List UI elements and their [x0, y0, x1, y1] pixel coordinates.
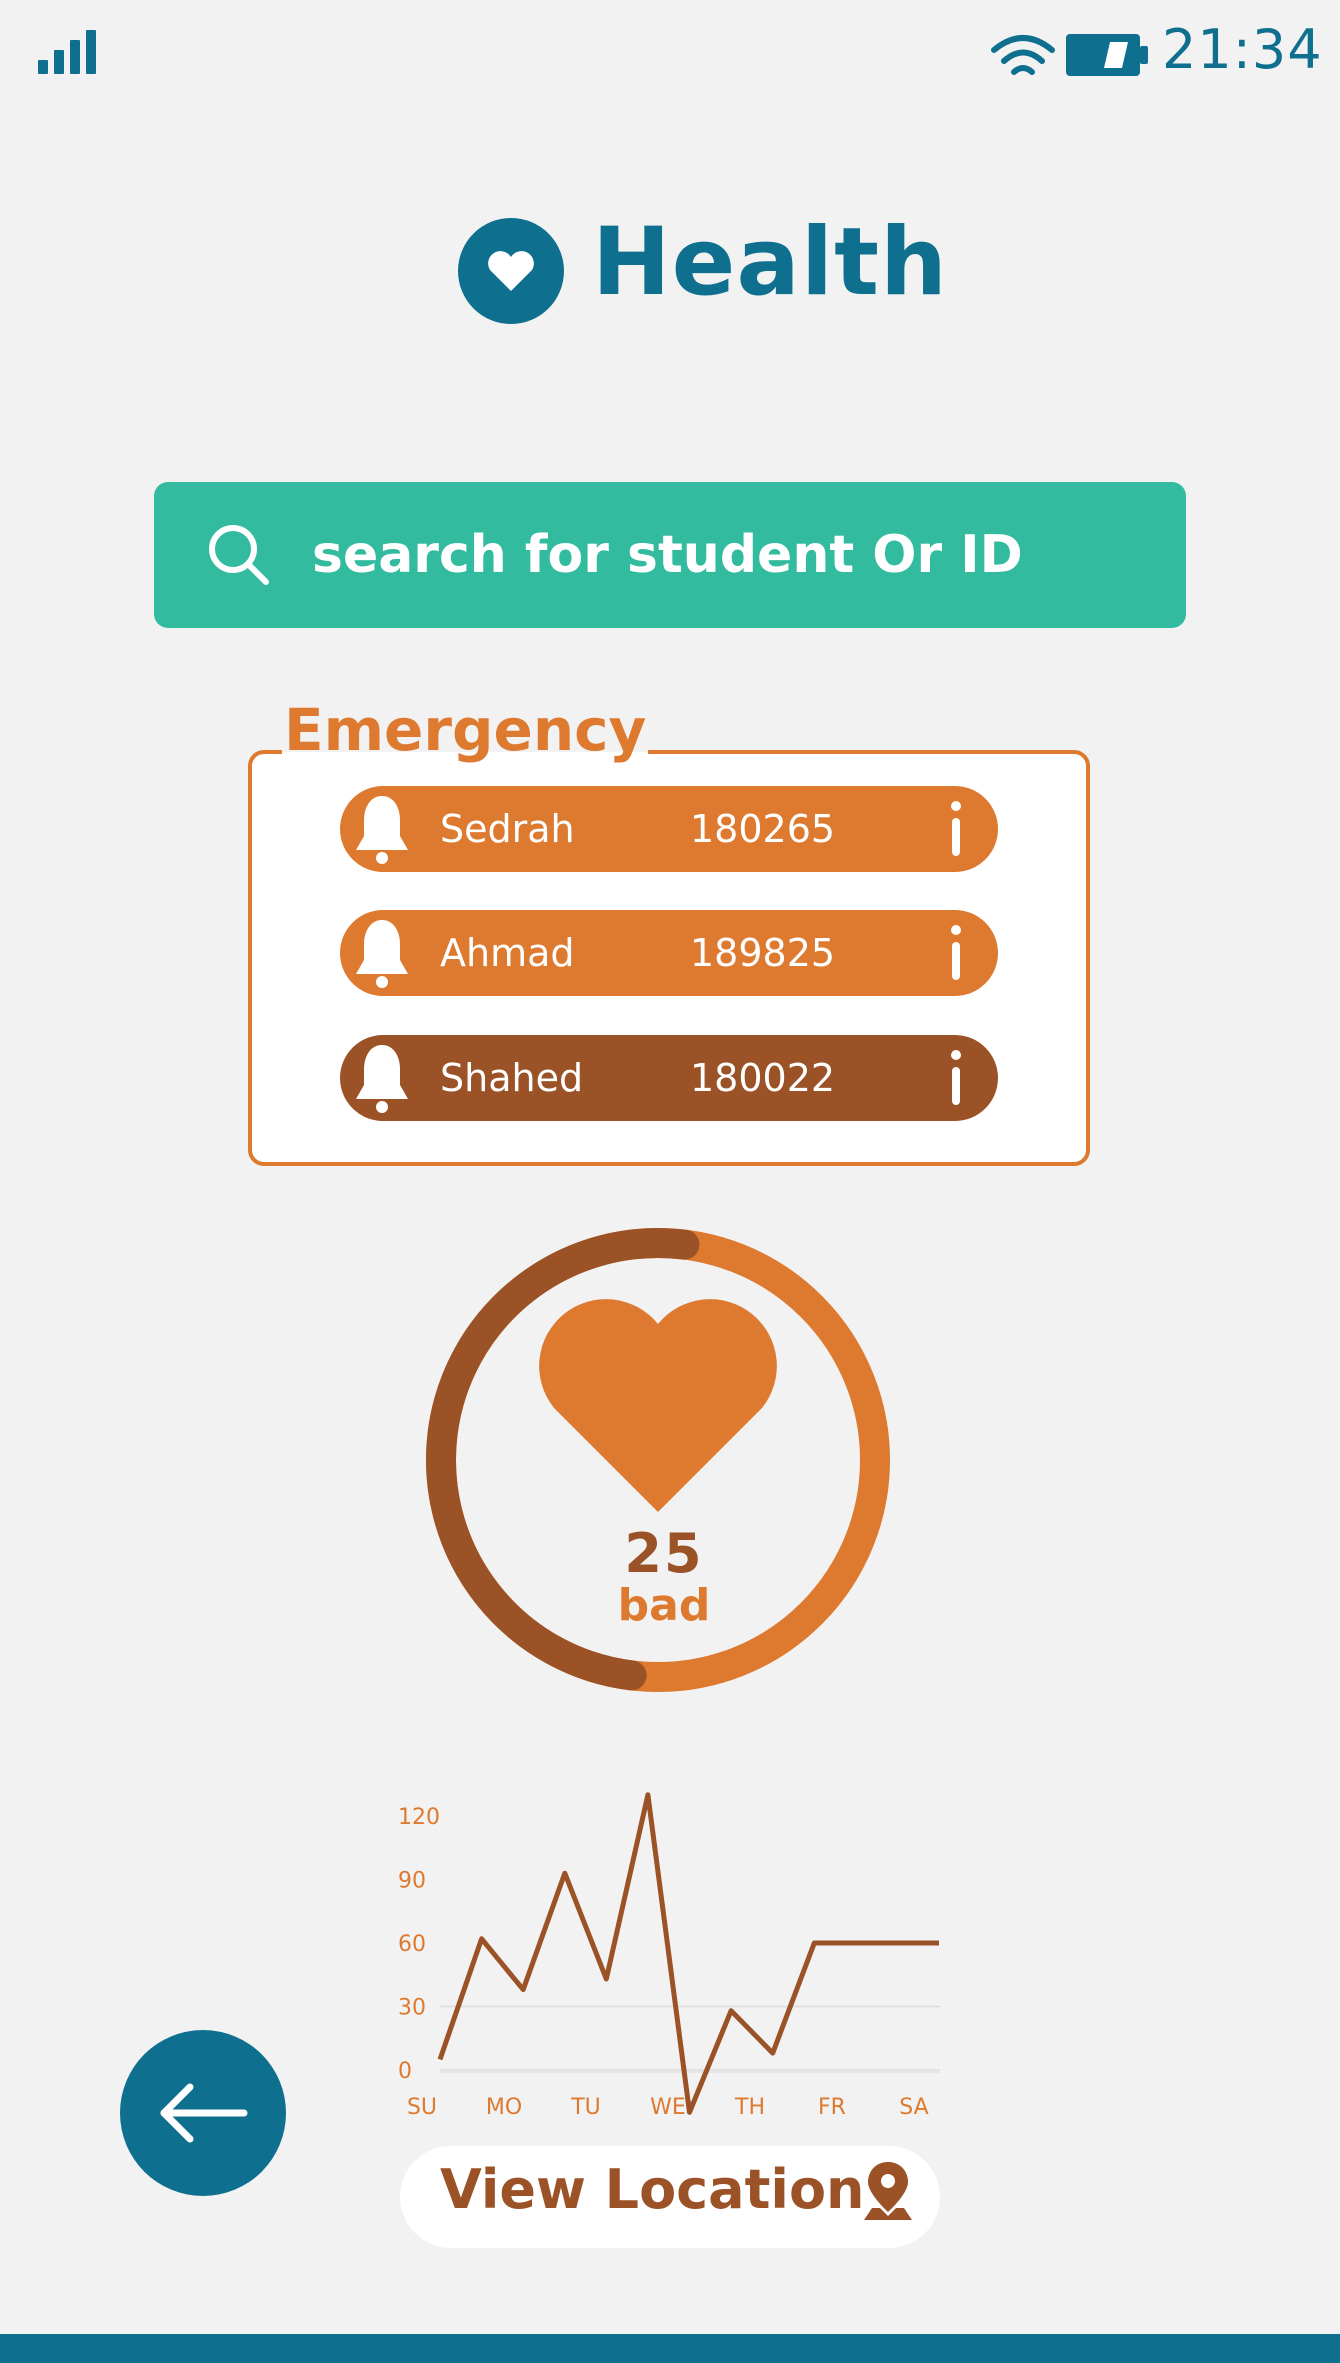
x-tick-label: FR [818, 2095, 846, 2120]
weekly-chart: 120 90 60 30 0 SU MO TU WE TH FR SA [398, 1792, 940, 2120]
bell-icon [356, 1045, 408, 1113]
student-id: 180265 [690, 807, 836, 851]
status-time: 21:34 [1162, 18, 1323, 81]
x-tick-label: TU [570, 2095, 601, 2120]
arrow-left-icon [160, 2083, 248, 2143]
page-title: Health [592, 208, 948, 317]
heart-icon [458, 218, 564, 324]
emergency-title: Emergency [282, 696, 649, 764]
map-pin-icon [864, 2162, 912, 2220]
student-id: 189825 [690, 931, 836, 975]
view-location-label: View Location [440, 2158, 865, 2221]
student-name: Shahed [440, 1056, 584, 1100]
bell-icon [356, 796, 408, 864]
search-input[interactable]: search for student Or ID [154, 482, 1186, 628]
heart-icon [539, 1299, 777, 1512]
emergency-item[interactable]: Ahmad 189825 [340, 910, 998, 996]
battery-icon [1066, 34, 1148, 76]
gauge-value: 25 [624, 1522, 704, 1585]
y-tick-label: 90 [398, 1869, 426, 1894]
info-icon[interactable] [950, 800, 962, 860]
student-name: Sedrah [440, 807, 575, 851]
gauge-status: bad [617, 1580, 711, 1631]
x-tick-label: TH [734, 2095, 765, 2120]
view-location-button[interactable]: View Location [400, 2146, 940, 2248]
bottom-bar [0, 2334, 1340, 2363]
signal-icon [38, 30, 98, 74]
emergency-item[interactable]: Shahed 180022 [340, 1035, 998, 1121]
info-icon[interactable] [950, 1049, 962, 1109]
search-icon [209, 525, 269, 585]
y-tick-label: 60 [398, 1932, 426, 1957]
y-tick-label: 30 [398, 1996, 426, 2021]
emergency-item[interactable]: Sedrah 180265 [340, 786, 998, 872]
chart-series-line [437, 1792, 939, 2115]
student-name: Ahmad [440, 931, 575, 975]
bell-icon [356, 920, 408, 988]
x-tick-label: SA [899, 2095, 928, 2120]
x-tick-label: WE [650, 2095, 686, 2120]
x-tick-label: MO [486, 2095, 522, 2120]
x-tick-label: SU [407, 2095, 437, 2120]
student-id: 180022 [690, 1056, 836, 1100]
y-tick-label: 120 [398, 1805, 440, 1830]
info-icon[interactable] [950, 924, 962, 984]
wifi-icon [991, 35, 1055, 75]
search-placeholder: search for student Or ID [312, 525, 1023, 585]
y-tick-label: 0 [398, 2059, 412, 2084]
back-button[interactable] [120, 2030, 286, 2196]
